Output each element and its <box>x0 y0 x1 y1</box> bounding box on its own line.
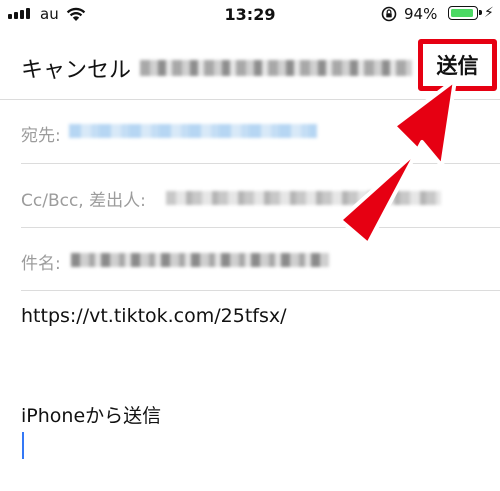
blurred-recipient <box>69 124 317 138</box>
text-cursor <box>22 432 24 459</box>
subject-label: 件名: <box>21 254 61 274</box>
battery-icon <box>448 6 482 20</box>
blurred-subject <box>71 253 329 267</box>
battery-percent: 94% <box>404 5 438 23</box>
to-label: 宛先: <box>21 126 61 146</box>
body-url-text: https://vt.tiktok.com/25tfsx/ <box>21 305 287 327</box>
status-bar: au 13:29 94% ⚡ <box>0 0 500 30</box>
cancel-button[interactable]: キャンセル <box>21 52 131 84</box>
signature-text: iPhoneから送信 <box>21 405 162 427</box>
cc-bcc-from-label: Cc/Bcc, 差出人: <box>21 191 146 211</box>
charging-bolt-icon: ⚡ <box>484 5 494 21</box>
rotation-lock-icon <box>381 6 397 22</box>
annotation-arrow-icon <box>338 78 457 246</box>
